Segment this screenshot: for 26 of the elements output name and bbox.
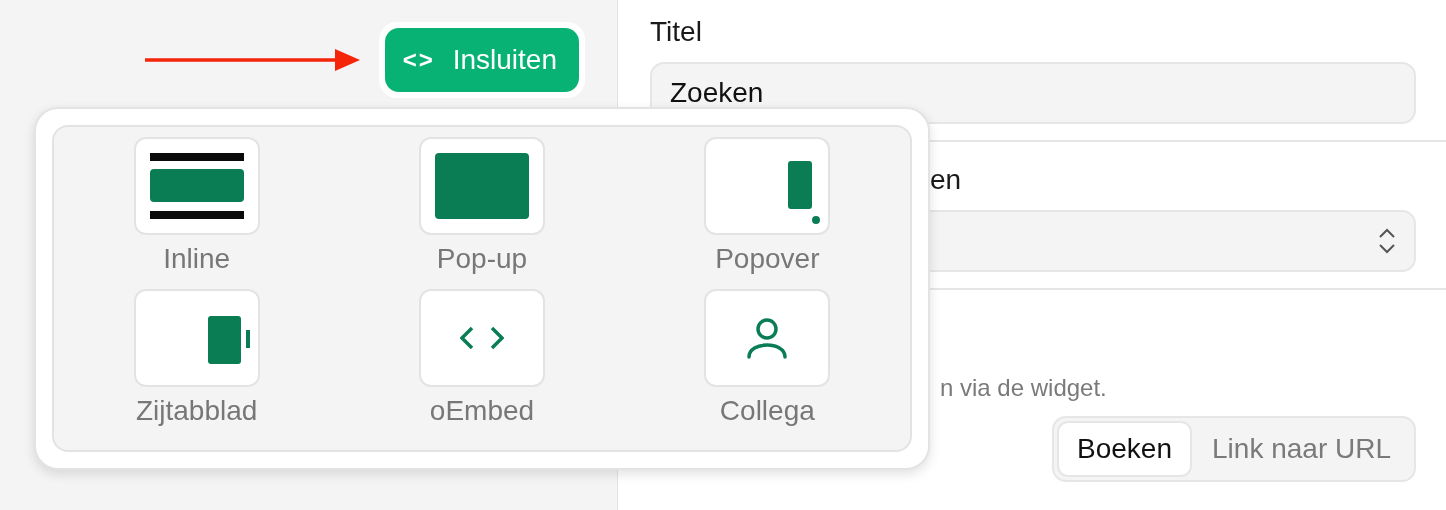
option-label: Collega [719,394,815,427]
segment-tab[interactable]: Boeken [1057,421,1192,477]
person-icon [745,316,790,359]
embed-option-tile[interactable] [704,137,831,235]
chevron-icon [1378,227,1396,255]
segment-tab[interactable]: Link naar URL [1192,421,1411,477]
option-label: Zijtabblad [135,394,258,427]
embed-option-tile[interactable] [419,137,545,235]
option-label: Pop-up [436,243,528,275]
option-label: oEmbed [429,394,535,427]
title-field[interactable]: Zoeken [650,62,1416,124]
embed-option-tile[interactable] [704,288,831,387]
option-label: Popover [715,243,820,275]
popup-layout-icon [435,153,529,219]
embed-option-tile[interactable] [133,288,260,387]
arrow-icon [144,49,361,71]
code-icon [460,325,504,350]
embed-option-tile[interactable] [133,137,260,235]
embed-option-tile[interactable] [419,288,545,387]
sidetab-layout-icon [207,315,250,364]
option-label: Inline [163,243,231,275]
inline-layout-icon [149,153,244,219]
field-label: en [930,163,963,196]
field-label: Titel [650,16,703,48]
popover-layout-icon [788,161,823,227]
hint-text: n via de widget. [940,374,1108,402]
